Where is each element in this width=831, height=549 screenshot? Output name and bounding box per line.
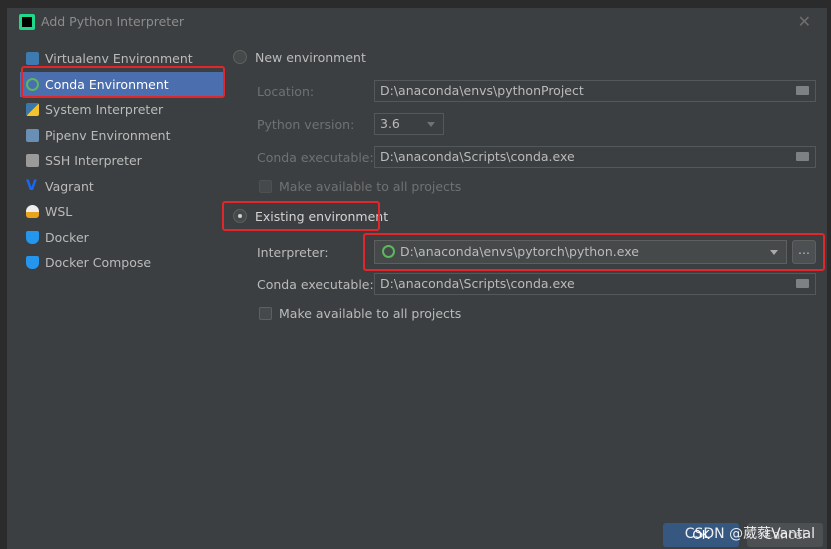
docker-icon [26,230,39,244]
sidebar-item-pipenv[interactable]: Pipenv Environment [20,123,224,149]
vagrant-icon: V [26,177,37,194]
sidebar-item-label: System Interpreter [45,102,164,118]
python-version-label: Python version: [257,117,355,132]
add-python-interpreter-dialog: Add Python Interpreter ✕ Virtualenv Envi… [7,8,827,549]
existing-environment-radio[interactable] [233,209,247,223]
existing-conda-exec-label: Conda executable: [257,277,374,292]
existing-make-available-label: Make available to all projects [279,306,462,321]
new-environment-radio[interactable] [233,50,247,64]
docker-compose-icon [26,256,39,270]
pycharm-logo-icon [19,14,35,30]
folder-icon[interactable] [796,86,809,95]
new-conda-exec-label: Conda executable: [257,150,374,165]
interpreter-label: Interpreter: [257,245,329,260]
dialog-title: Add Python Interpreter [41,14,185,29]
sidebar-item-label: Pipenv Environment [45,127,171,143]
csdn-watermark: CSDN @葳蕤Vantal [684,526,815,542]
sidebar-item-virtualenv[interactable]: Virtualenv Environment [20,46,224,72]
existing-conda-exec-field[interactable]: D:\anaconda\Scripts\conda.exe [374,273,816,295]
sidebar-item-label: Conda Environment [45,76,169,92]
folder-icon[interactable] [796,152,809,161]
location-label: Location: [257,84,315,99]
conda-icon [26,77,39,91]
existing-make-available-checkbox[interactable] [259,307,272,320]
new-make-available-label: Make available to all projects [279,179,462,194]
pipenv-icon [26,128,39,142]
sidebar-item-docker[interactable]: Docker [20,225,224,251]
python-version-select[interactable]: 3.6 [374,113,444,135]
new-environment-label: New environment [255,50,366,65]
sidebar-item-ssh[interactable]: SSH Interpreter [20,148,224,174]
sidebar-item-conda[interactable]: Conda Environment [20,71,224,97]
interpreter-type-sidebar: Virtualenv Environment Conda Environment… [20,46,224,276]
sidebar-item-label: SSH Interpreter [45,153,142,169]
linux-icon [26,205,39,219]
sidebar-item-label: Docker [45,229,89,245]
folder-icon[interactable] [796,279,809,288]
new-conda-exec-field[interactable]: D:\anaconda\Scripts\conda.exe [374,146,816,168]
new-conda-exec-value: D:\anaconda\Scripts\conda.exe [380,149,575,164]
location-value: D:\anaconda\envs\pythonProject [380,83,584,98]
sidebar-item-label: WSL [45,204,73,220]
virtualenv-icon [26,52,39,66]
sidebar-item-label: Virtualenv Environment [45,51,193,67]
title-bar: Add Python Interpreter ✕ [7,8,827,36]
conda-icon [382,245,395,258]
sidebar-item-label: Docker Compose [45,255,152,271]
interpreter-select[interactable]: D:\anaconda\envs\pytorch\python.exe [374,240,787,264]
chevron-down-icon [770,250,778,255]
location-field[interactable]: D:\anaconda\envs\pythonProject [374,80,816,102]
ssh-icon [26,154,39,168]
python-icon [26,103,39,117]
chevron-down-icon [427,122,435,127]
existing-conda-exec-value: D:\anaconda\Scripts\conda.exe [380,276,575,291]
new-make-available-checkbox[interactable] [259,180,272,193]
interpreter-value: D:\anaconda\envs\pytorch\python.exe [400,244,639,259]
sidebar-item-vagrant[interactable]: V Vagrant [20,174,224,200]
sidebar-item-system[interactable]: System Interpreter [20,97,224,123]
browse-interpreter-button[interactable]: ... [792,240,816,264]
python-version-value: 3.6 [380,116,400,131]
existing-environment-label: Existing environment [255,209,389,224]
sidebar-item-docker-compose[interactable]: Docker Compose [20,250,224,276]
sidebar-item-label: Vagrant [45,178,94,194]
sidebar-item-wsl[interactable]: WSL [20,199,224,225]
close-icon[interactable]: ✕ [798,12,811,31]
browse-label: ... [798,242,810,257]
